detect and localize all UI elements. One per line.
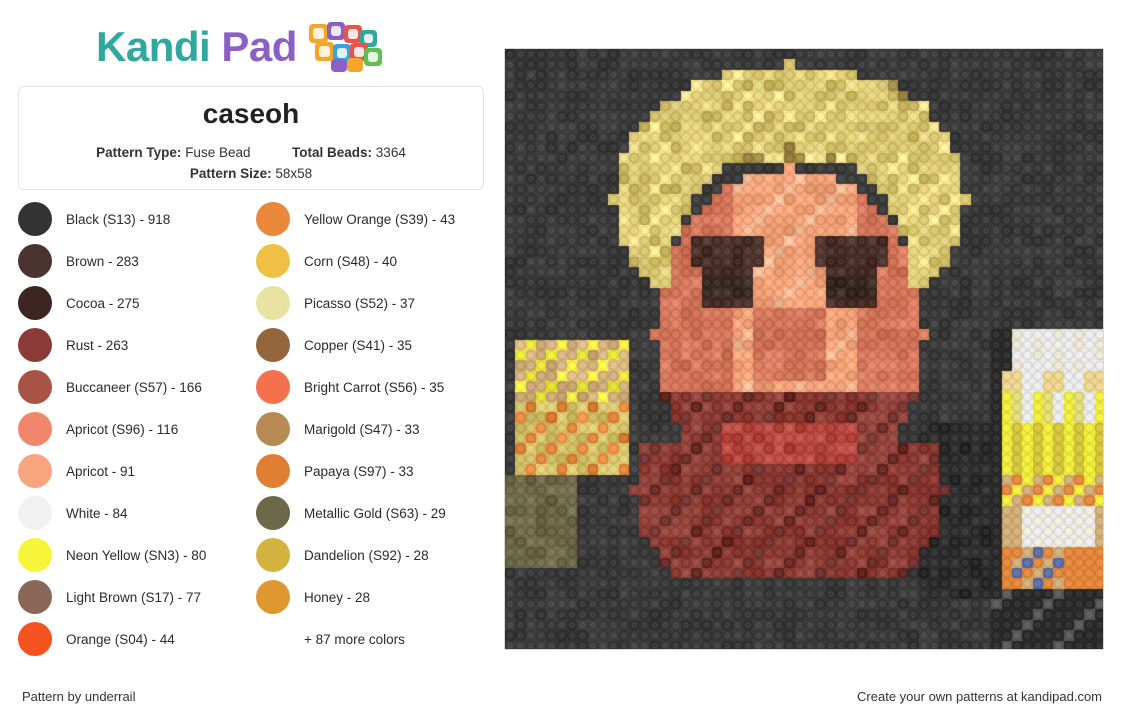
color-swatch [256,370,290,404]
pattern-size-label: Pattern Size: [189,166,272,182]
color-swatch [18,370,52,404]
legend-item: Black (S13) - 918 [18,198,250,240]
legend-item: Cocoa - 275 [18,282,250,324]
brand-name-part2: Pad [221,23,297,70]
legend-item: Apricot (S96) - 116 [18,408,250,450]
legend-item: Yellow Orange (S39) - 43 [256,198,488,240]
pattern-info-card: caseoh Pattern Type: Fuse Bead Total Bea… [18,86,484,190]
legend-item: White - 84 [18,492,250,534]
color-swatch [18,580,52,614]
legend-item-label: Neon Yellow (SN3) - 80 [66,547,207,563]
legend-item: Honey - 28 [256,576,488,618]
color-swatch [256,286,290,320]
color-swatch [256,328,290,362]
bead-pattern-canvas [505,49,1103,649]
legend-item-label: Yellow Orange (S39) - 43 [304,211,456,227]
color-swatch [18,244,52,278]
legend-item-label: Bright Carrot (S56) - 35 [304,379,445,395]
legend-item: Metallic Gold (S63) - 29 [256,492,488,534]
color-swatch [256,454,290,488]
legend-item-label: Honey - 28 [304,589,371,605]
legend-item: Orange (S04) - 44 [18,618,250,660]
color-swatch [256,412,290,446]
legend-item: Buccaneer (S57) - 166 [18,366,250,408]
brand-name-part1: Kandi [96,23,211,70]
legend-item: Neon Yellow (SN3) - 80 [18,534,250,576]
color-legend: Black (S13) - 918 Yellow Orange (S39) - 4… [18,198,488,660]
legend-item-label: Rust - 263 [66,337,129,353]
color-swatch [18,538,52,572]
pattern-preview[interactable] [504,48,1104,650]
total-beads-label: Total Beads: [292,144,373,160]
color-swatch [18,202,52,236]
legend-item-label: Copper (S41) - 35 [304,337,413,353]
legend-item-label: Black (S13) - 918 [66,211,171,227]
legend-item: Copper (S41) - 35 [256,324,488,366]
footer-credit: Pattern by underrail [22,689,136,704]
legend-item-label: Corn (S48) - 40 [304,253,398,269]
legend-item: Dandelion (S92) - 28 [256,534,488,576]
color-swatch [256,496,290,530]
color-swatch [18,328,52,362]
legend-item-label: Brown - 283 [66,253,139,269]
legend-item: Corn (S48) - 40 [256,240,488,282]
pattern-type-label: Pattern Type: [96,144,182,160]
color-swatch [256,538,290,572]
legend-item-label: Cocoa - 275 [66,295,140,311]
legend-item: Light Brown (S17) - 77 [18,576,250,618]
legend-item: Brown - 283 [18,240,250,282]
legend-item-label: Picasso (S52) - 37 [304,295,416,311]
legend-item-label: Buccaneer (S57) - 166 [66,379,202,395]
color-swatch [256,202,290,236]
brand-logo-text: Kandi Pad [96,26,297,68]
pattern-size-value: 58x58 [275,166,313,182]
legend-item-label: Orange (S04) - 44 [66,631,175,647]
total-beads-value: 3364 [375,144,406,160]
color-swatch [18,412,52,446]
legend-item: Rust - 263 [18,324,250,366]
pattern-meta-row-2: Pattern Size: 58x58 [19,163,483,185]
pattern-meta-row-1: Pattern Type: Fuse Bead Total Beads: 336… [19,142,483,164]
more-colors-label: + 87 more colors [304,631,405,647]
legend-item-label: Papaya (S97) - 33 [304,463,414,479]
legend-item-label: Light Brown (S17) - 77 [66,589,202,605]
legend-item: Marigold (S47) - 33 [256,408,488,450]
legend-item: Picasso (S52) - 37 [256,282,488,324]
legend-item-label: Dandelion (S92) - 28 [304,547,429,563]
brand-logo[interactable]: Kandi Pad [96,22,385,72]
legend-item-label: Apricot (S96) - 116 [66,421,179,437]
legend-item-label: Apricot - 91 [66,463,136,479]
legend-item-label: White - 84 [66,505,128,521]
legend-item: Apricot - 91 [18,450,250,492]
color-swatch [18,286,52,320]
color-swatch [256,580,290,614]
color-swatch [18,454,52,488]
color-legend-grid: Black (S13) - 918 Yellow Orange (S39) - 4… [18,198,488,660]
pattern-type-value: Fuse Bead [185,144,251,160]
legend-item-label: Metallic Gold (S63) - 29 [304,505,446,521]
color-swatch [18,622,52,656]
legend-item-label: Marigold (S47) - 33 [304,421,420,437]
footer-promo: Create your own patterns at kandipad.com [857,689,1102,704]
kandi-beads-icon [308,22,382,72]
app-root: Kandi Pad caseoh Pattern Type: Fuse Bead… [0,0,1124,720]
page-title: caseoh [202,98,300,129]
color-swatch [18,496,52,530]
legend-item: Papaya (S97) - 33 [256,450,488,492]
legend-item: Bright Carrot (S56) - 35 [256,366,488,408]
color-swatch [256,244,290,278]
